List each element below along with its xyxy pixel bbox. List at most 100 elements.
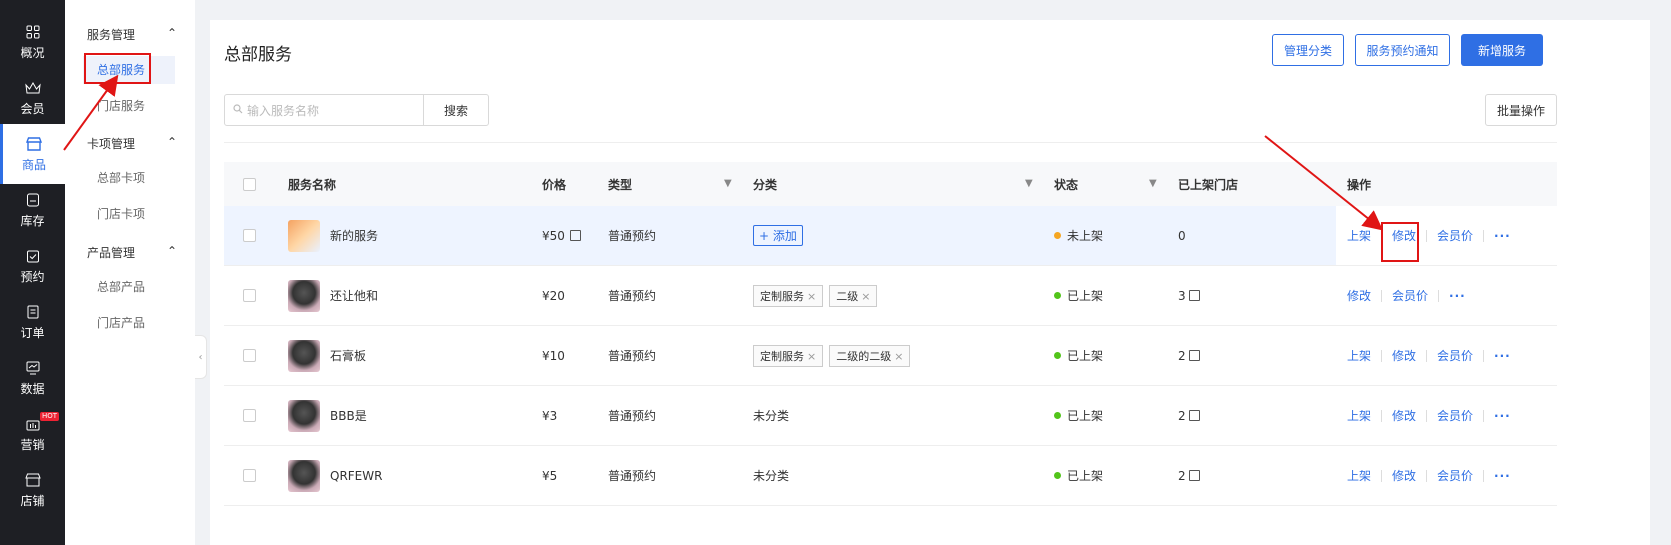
category-tag: 定制服务 ×	[753, 344, 824, 367]
remove-tag-icon[interactable]: ×	[861, 290, 870, 303]
member-price-link[interactable]: 会员价	[1437, 347, 1473, 364]
sidebar-collapse-toggle[interactable]: ‹	[195, 335, 207, 379]
sub-group-title: 服务管理	[87, 28, 136, 42]
nav-item-data[interactable]: 数据	[0, 348, 65, 408]
service-name[interactable]: 新的服务	[330, 227, 378, 244]
sub-item-hq-product[interactable]: 总部产品	[83, 273, 175, 301]
sub-item-hq-card[interactable]: 总部卡项	[83, 164, 175, 192]
nav-label: 商品	[21, 158, 46, 172]
row-checkbox[interactable]	[243, 289, 256, 302]
row-checkbox[interactable]	[243, 409, 256, 422]
member-price-link[interactable]: 会员价	[1437, 227, 1473, 244]
sub-group-card[interactable]: 卡项管理 ⌃	[87, 135, 177, 152]
status-text: 已上架	[1067, 469, 1104, 483]
more-icon[interactable]: ···	[1494, 409, 1511, 423]
edit-link[interactable]: 修改	[1392, 407, 1416, 424]
more-icon[interactable]: ···	[1494, 229, 1511, 243]
chart-icon	[24, 359, 42, 377]
category-tag: 二级 ×	[829, 284, 878, 307]
chevron-up-icon: ⌃	[166, 26, 177, 40]
row-checkbox[interactable]	[243, 349, 256, 362]
sub-group-product[interactable]: 产品管理 ⌃	[87, 244, 177, 261]
publish-link[interactable]: 上架	[1347, 347, 1371, 364]
nav-item-member[interactable]: 会员	[0, 68, 65, 128]
store-count: 3	[1178, 288, 1186, 303]
service-name[interactable]: BBB是	[330, 407, 367, 424]
remove-tag-icon[interactable]: ×	[807, 290, 816, 303]
header-name: 服务名称	[288, 177, 337, 192]
search-icon	[233, 103, 243, 117]
filter-icon[interactable]: ▼	[724, 178, 732, 189]
nav-label: 库存	[20, 214, 45, 228]
nav-item-goods[interactable]: 商品	[0, 124, 65, 184]
tag-label: 二级	[836, 289, 859, 303]
member-price-link[interactable]: 会员价	[1437, 467, 1473, 484]
status-dot	[1054, 292, 1061, 299]
nav-item-order[interactable]: 订单	[0, 292, 65, 352]
sub-item-store-product[interactable]: 门店产品	[83, 309, 175, 337]
divider	[224, 142, 1557, 143]
sub-group-service[interactable]: 服务管理 ⌃	[87, 26, 177, 43]
manage-category-button[interactable]: 管理分类	[1272, 34, 1344, 66]
nav-item-inventory[interactable]: 库存	[0, 180, 65, 240]
nav-item-shop[interactable]: 店铺	[0, 460, 65, 520]
status-dot	[1054, 352, 1061, 359]
service-price: ¥50	[542, 228, 565, 243]
edit-link[interactable]: 修改	[1392, 467, 1416, 484]
annotation-box	[84, 53, 151, 84]
hot-badge: HOT	[40, 412, 60, 421]
publish-link[interactable]: 上架	[1347, 407, 1371, 424]
filter-icon[interactable]: ▼	[1025, 178, 1033, 189]
publish-link[interactable]: 上架	[1347, 467, 1371, 484]
sub-item-store-card[interactable]: 门店卡项	[83, 200, 175, 228]
booking-notice-button[interactable]: 服务预约通知	[1355, 34, 1450, 66]
search-button[interactable]: 搜索	[423, 94, 489, 126]
publish-link[interactable]: 上架	[1347, 227, 1371, 244]
header-status: 状态	[1054, 177, 1079, 192]
search-input[interactable]: 输入服务名称	[224, 94, 424, 126]
main-nav: 概况 会员 商品 库存 预约 订单 数据 HOT 营销 店铺	[0, 0, 65, 545]
filter-icon[interactable]: ▼	[1149, 178, 1157, 189]
sub-group-title: 产品管理	[87, 246, 136, 260]
select-all-checkbox[interactable]	[243, 177, 256, 191]
status-dot	[1054, 412, 1061, 419]
sub-item-store-service[interactable]: 门店服务	[83, 92, 175, 120]
add-service-button[interactable]: 新增服务	[1461, 34, 1543, 66]
row-checkbox[interactable]	[243, 229, 256, 242]
service-name[interactable]: 石膏板	[330, 347, 366, 364]
remove-tag-icon[interactable]: ×	[807, 350, 816, 363]
service-name[interactable]: 还让他和	[330, 287, 378, 304]
edit-link[interactable]: 修改	[1392, 347, 1416, 364]
table-header: 服务名称 价格 类型 ▼ 分类 ▼ 状态 ▼ 已上架门店 操作	[224, 162, 1557, 206]
header-price: 价格	[542, 177, 567, 192]
batch-operation-button[interactable]: 批量操作	[1485, 94, 1557, 126]
service-thumbnail	[288, 399, 320, 432]
more-icon[interactable]: ···	[1494, 349, 1511, 363]
grid-icon	[24, 23, 42, 41]
chevron-up-icon: ⌃	[166, 244, 177, 258]
annotation-box	[1381, 222, 1419, 262]
more-icon[interactable]: ···	[1449, 289, 1466, 303]
order-icon	[24, 303, 42, 321]
nav-item-booking[interactable]: 预约	[0, 236, 65, 296]
store-list-icon[interactable]	[1188, 410, 1200, 421]
nav-item-overview[interactable]: 概况	[0, 12, 65, 72]
nav-item-marketing[interactable]: HOT 营销	[0, 404, 65, 464]
more-icon[interactable]: ···	[1494, 469, 1511, 483]
category-text: 未分类	[753, 469, 790, 483]
nav-label: 预约	[20, 270, 45, 284]
row-checkbox[interactable]	[243, 469, 256, 482]
header-stores: 已上架门店	[1178, 177, 1239, 192]
service-name[interactable]: QRFEWR	[330, 469, 382, 483]
edit-link[interactable]: 修改	[1347, 287, 1371, 304]
store-list-icon[interactable]	[1188, 470, 1200, 481]
member-price-link[interactable]: 会员价	[1437, 407, 1473, 424]
member-price-link[interactable]: 会员价	[1392, 287, 1428, 304]
remove-tag-icon[interactable]: ×	[894, 350, 903, 363]
store-list-icon[interactable]	[1188, 350, 1200, 361]
price-detail-icon[interactable]	[569, 230, 581, 241]
status-text: 已上架	[1067, 289, 1104, 303]
add-category-button[interactable]: + 添加	[753, 225, 803, 246]
store-list-icon[interactable]	[1188, 290, 1200, 301]
nav-label: 会员	[20, 102, 45, 116]
